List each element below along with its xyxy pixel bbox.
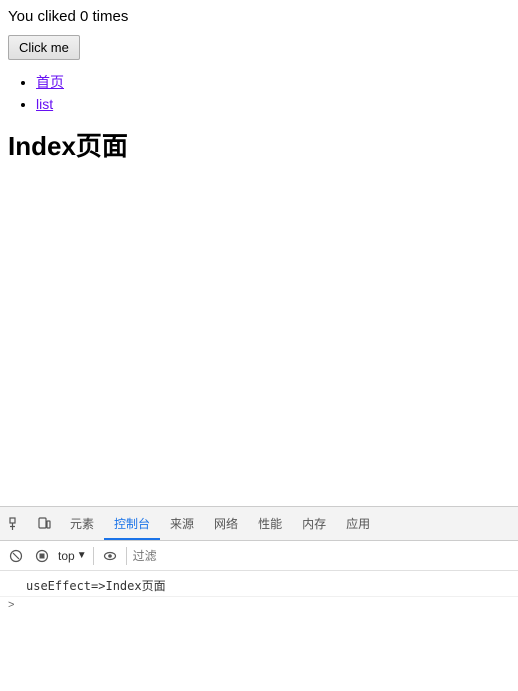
tab-application[interactable]: 应用: [336, 509, 380, 540]
toolbar-divider: [93, 547, 94, 565]
click-me-button[interactable]: Click me: [8, 35, 80, 60]
level-selector[interactable]: top ▼: [58, 549, 87, 563]
console-log-text: useEffect=>Index页面: [26, 577, 166, 594]
inspect-element-icon[interactable]: [4, 512, 28, 536]
nav-link-home[interactable]: 首页: [36, 74, 64, 90]
eye-icon[interactable]: [100, 546, 120, 566]
stop-icon[interactable]: [32, 546, 52, 566]
devtools-panel: 元素 控制台 来源 网络 性能 内存 应用 top ▼: [0, 506, 518, 691]
tab-console[interactable]: 控制台: [104, 509, 160, 540]
nav-link-list[interactable]: list: [36, 96, 53, 112]
tab-elements[interactable]: 元素: [60, 509, 104, 540]
console-toolbar: top ▼: [0, 541, 518, 571]
nav-list: 首页 list: [36, 72, 510, 112]
main-content: You cliked 0 times Click me 首页 list Inde…: [0, 0, 518, 400]
list-item: 首页: [36, 72, 510, 92]
list-item: list: [36, 96, 510, 112]
console-output: useEffect=>Index页面 >: [0, 571, 518, 691]
console-filter-input[interactable]: [133, 549, 213, 563]
tab-memory[interactable]: 内存: [292, 509, 336, 540]
clear-console-icon[interactable]: [6, 546, 26, 566]
page-title: Index页面: [8, 126, 510, 163]
devtools-tab-bar: 元素 控制台 来源 网络 性能 内存 应用: [0, 507, 518, 541]
tab-network[interactable]: 网络: [204, 509, 248, 540]
expand-symbol: >: [8, 599, 14, 611]
click-count-text: You cliked 0 times: [8, 8, 510, 25]
toolbar-divider-2: [126, 547, 127, 565]
tab-sources[interactable]: 来源: [160, 509, 204, 540]
level-selector-label: top: [58, 549, 75, 563]
device-toolbar-icon[interactable]: [32, 512, 56, 536]
console-log-line: useEffect=>Index页面: [0, 575, 518, 597]
chevron-down-icon: ▼: [77, 550, 87, 561]
console-expand-arrow[interactable]: >: [0, 597, 518, 613]
tab-performance[interactable]: 性能: [248, 509, 292, 540]
